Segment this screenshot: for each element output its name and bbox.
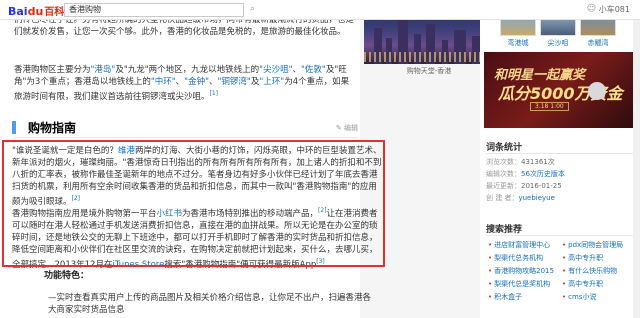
- baidu-baike-logo[interactable]: Baidu百科: [8, 3, 64, 18]
- related-link-text: 高中专升职: [568, 254, 604, 262]
- user-icon[interactable]: ☺: [586, 4, 597, 15]
- related-link[interactable]: • cms小说: [562, 292, 596, 302]
- link-central[interactable]: "中环": [151, 77, 176, 87]
- link-gangdao[interactable]: "港岛": [91, 65, 116, 75]
- decor-ball: [588, 82, 606, 100]
- link-causeway-bay[interactable]: "铜锣湾": [218, 77, 251, 87]
- search-input[interactable]: 香港购物: [64, 3, 244, 17]
- logo-text: Bai: [8, 5, 28, 18]
- text-span: 香港购物区主要分为: [14, 65, 91, 75]
- creator-link[interactable]: yuebieyue: [518, 194, 554, 202]
- search-icon[interactable]: ⌕: [247, 4, 258, 15]
- section-heading-shopping-guide: 购物指南 ✎ 编辑: [12, 118, 358, 138]
- related-link[interactable]: • 有什么快乐购物: [562, 266, 617, 276]
- related-link-text: 高中专升职: [568, 280, 604, 288]
- features-subheading: 功能特色：: [44, 271, 90, 281]
- related-link[interactable]: • 高中专升职: [562, 279, 603, 289]
- related-panel-title: 搜索推荐: [486, 225, 523, 235]
- related-link-text: 梨渠代总务机构: [494, 254, 544, 262]
- thumbnail-label-3[interactable]: 赤鱲湾: [578, 38, 618, 48]
- promo-date: 3.18 1:00: [530, 102, 569, 111]
- photo-caption: 购物天堂-香港: [406, 67, 452, 75]
- text-span: 及"九龙"两个地区，九龙以地铁线上的: [115, 65, 260, 75]
- section-edit-button[interactable]: ✎ 编辑: [336, 123, 358, 133]
- scrollbar[interactable]: [633, 20, 640, 318]
- related-link[interactable]: • 进店财富管理中心: [488, 240, 550, 250]
- section-title: 购物指南: [28, 121, 77, 135]
- stat-creator: 创 建 者：yuebieyue: [486, 193, 555, 203]
- related-link-text: pdx同物会管理局: [568, 241, 624, 249]
- stat-label: 编辑次数：: [486, 170, 521, 178]
- thumbnail-label-2[interactable]: 尖沙咀: [538, 38, 578, 48]
- section-marker: [12, 121, 16, 134]
- related-link-text: 有什么快乐购物: [568, 267, 618, 275]
- related-link-text: 积木盒子: [494, 293, 523, 301]
- citation-link[interactable]: [1]: [210, 90, 219, 97]
- logo-paw: du: [27, 5, 44, 18]
- related-link-text: 进店财富管理中心: [494, 241, 551, 249]
- stat-label: 最近更新：: [486, 182, 521, 190]
- link-jordan[interactable]: "佐敦": [301, 65, 326, 75]
- text-span: 、: [209, 77, 218, 87]
- top-bar: Baidu百科 香港购物 ⌕ ☺ 小车081: [0, 0, 640, 20]
- divider: [486, 153, 634, 154]
- stat-views: 浏览次数：431361次: [486, 157, 555, 167]
- text-span: —实时查看真实用户上传的商品图片及相关价格介绍信息，让你足不出户，扫遍香港各大商…: [48, 293, 372, 315]
- stat-value: 2016-01-25: [521, 182, 562, 190]
- stat-edits: 编辑次数：56次历史版本: [486, 169, 565, 179]
- related-link[interactable]: • 高中专升职: [562, 253, 603, 263]
- related-link[interactable]: • 梨渠代总务机构: [488, 253, 543, 263]
- link-tsim-sha-tsui[interactable]: "尖沙咀": [259, 65, 292, 75]
- user-name[interactable]: 小车081: [599, 4, 630, 15]
- related-link[interactable]: • 积木盒子: [488, 292, 522, 302]
- features-paragraph: —实时查看真实用户上传的商品图片及相关价格介绍信息，让你足不出户，扫遍香港各大商…: [48, 292, 378, 316]
- stat-value: 431361次: [521, 158, 555, 166]
- stat-label: 创 建 者：: [486, 194, 519, 202]
- stat-label: 浏览次数：: [486, 158, 521, 166]
- history-versions-link[interactable]: 56次历史版本: [521, 170, 565, 178]
- stats-panel-title: 词条统计: [486, 143, 523, 153]
- promo-banner[interactable]: 和明星一起赢奖 瓜分5000万资金 3.18 1:00: [484, 52, 634, 128]
- logo-baike: 百科: [44, 7, 65, 18]
- related-link[interactable]: • 香港购物攻略2015: [488, 266, 554, 276]
- related-link[interactable]: • 梨渠代总是奖机构: [488, 279, 550, 289]
- stat-updated: 最近更新：2016-01-25: [486, 181, 562, 191]
- related-link[interactable]: • pdx同物会管理局: [562, 240, 623, 250]
- divider: [486, 235, 634, 236]
- related-link-text: 梨渠代总是奖机构: [494, 280, 551, 288]
- related-link-text: cms小说: [568, 293, 597, 301]
- text-span: 、: [292, 65, 302, 75]
- text-span: 、: [175, 77, 185, 87]
- highlight-box: [2, 140, 385, 267]
- districts-paragraph: 香港购物区主要分为"港岛"及"九龙"两个地区，九龙以地铁线上的"尖沙咀"、"佐敦…: [14, 64, 354, 103]
- thumbnail-label-1[interactable]: 弯港城: [498, 38, 538, 48]
- related-link-text: 香港购物攻略2015: [494, 267, 554, 275]
- link-sheung-wan[interactable]: "上环": [259, 77, 284, 87]
- link-admiralty[interactable]: "金钟": [184, 77, 209, 87]
